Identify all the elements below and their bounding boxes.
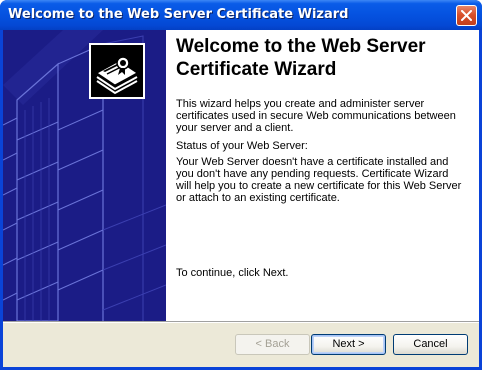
- wizard-footer: < Back Next > Cancel: [3, 323, 479, 367]
- back-button[interactable]: < Back: [235, 334, 310, 355]
- continue-text: To continue, click Next.: [176, 267, 289, 279]
- status-label: Status of your Web Server:: [176, 140, 308, 152]
- certificate-icon: [89, 43, 145, 99]
- wizard-content: Welcome to the Web Server Certificate Wi…: [166, 30, 479, 321]
- next-button[interactable]: Next >: [311, 334, 386, 355]
- close-icon: [461, 10, 472, 21]
- wizard-window: Welcome to the Web Server Certificate Wi…: [0, 0, 482, 370]
- close-button[interactable]: [456, 5, 477, 26]
- wizard-heading: Welcome to the Web Server Certificate Wi…: [176, 36, 426, 80]
- cancel-button[interactable]: Cancel: [393, 334, 468, 355]
- intro-text: This wizard helps you create and adminis…: [176, 98, 456, 134]
- wizard-side-panel: [3, 30, 166, 321]
- window-title: Welcome to the Web Server Certificate Wi…: [8, 7, 349, 22]
- status-text: Your Web Server doesn't have a certifica…: [176, 156, 462, 204]
- title-bar[interactable]: Welcome to the Web Server Certificate Wi…: [0, 0, 482, 30]
- wizard-client-area: Welcome to the Web Server Certificate Wi…: [3, 30, 479, 367]
